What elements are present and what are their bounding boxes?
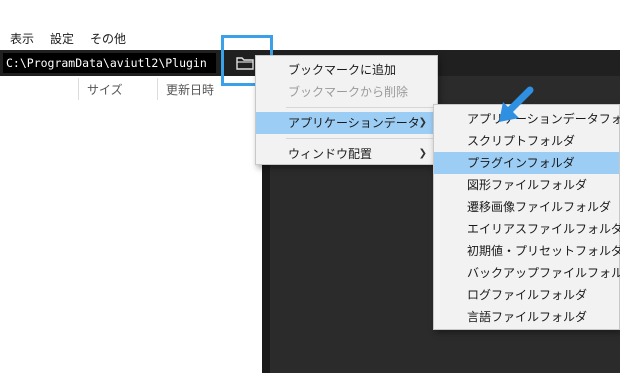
column-header-modified[interactable]: 更新日時 xyxy=(166,81,214,98)
submenu-item-transition-folder[interactable]: 遷移画像ファイルフォルダ xyxy=(434,196,619,218)
submenu-item-backup-folder[interactable]: バックアップファイルフォルダ xyxy=(434,262,620,284)
menu-bar: 表示 設定 その他 xyxy=(0,30,133,48)
column-separator xyxy=(157,78,158,100)
column-separator xyxy=(78,78,79,100)
folder-icon xyxy=(236,57,254,70)
menu-item-app-data[interactable]: アプリケーションデータ ❯ xyxy=(256,112,437,134)
arrow-pointer-icon xyxy=(499,86,534,122)
menu-item-remove-bookmark: ブックマークから削除 xyxy=(288,85,409,99)
submenu-item-plugin-folder[interactable]: プラグインフォルダ xyxy=(434,152,619,174)
submenu-item-alias-folder[interactable]: エイリアスファイルフォルダ xyxy=(434,218,620,240)
menu-item-app-data-label: アプリケーションデータ xyxy=(288,116,420,130)
menu-other[interactable]: その他 xyxy=(81,30,133,48)
submenu-app-data: アプリケーションデータフォルダ スクリプトフォルダ プラグインフォルダ 図形ファ… xyxy=(433,104,620,330)
menu-item-window-layout[interactable]: ウィンドウ配置 ❯ xyxy=(256,143,437,165)
menu-item-add-bookmark[interactable]: ブックマークに追加 xyxy=(256,59,437,81)
submenu-item-shape-folder[interactable]: 図形ファイルフォルダ xyxy=(434,174,619,196)
menu-separator xyxy=(286,138,435,139)
submenu-item-language-folder[interactable]: 言語ファイルフォルダ xyxy=(434,306,619,328)
submenu-item-script-folder[interactable]: スクリプトフォルダ xyxy=(434,130,619,152)
context-menu: ブックマークに追加 ブックマークから削除 アプリケーションデータ ❯ ウィンドウ… xyxy=(255,55,438,165)
column-header-size[interactable]: サイズ xyxy=(87,81,123,98)
path-input[interactable]: C:\ProgramData\aviutl2\Plugin xyxy=(3,53,216,73)
folder-button[interactable] xyxy=(235,53,255,73)
menu-settings[interactable]: 設定 xyxy=(41,30,81,48)
submenu-item-preset-folder[interactable]: 初期値・プリセットフォルダ xyxy=(434,240,620,262)
menu-separator xyxy=(286,107,435,108)
submenu-item-log-folder[interactable]: ログファイルフォルダ xyxy=(434,284,619,306)
chevron-right-icon: ❯ xyxy=(418,148,427,159)
menu-item-window-layout-label: ウィンドウ配置 xyxy=(288,147,373,161)
chevron-right-icon: ❯ xyxy=(418,117,427,128)
menu-view[interactable]: 表示 xyxy=(0,30,41,48)
